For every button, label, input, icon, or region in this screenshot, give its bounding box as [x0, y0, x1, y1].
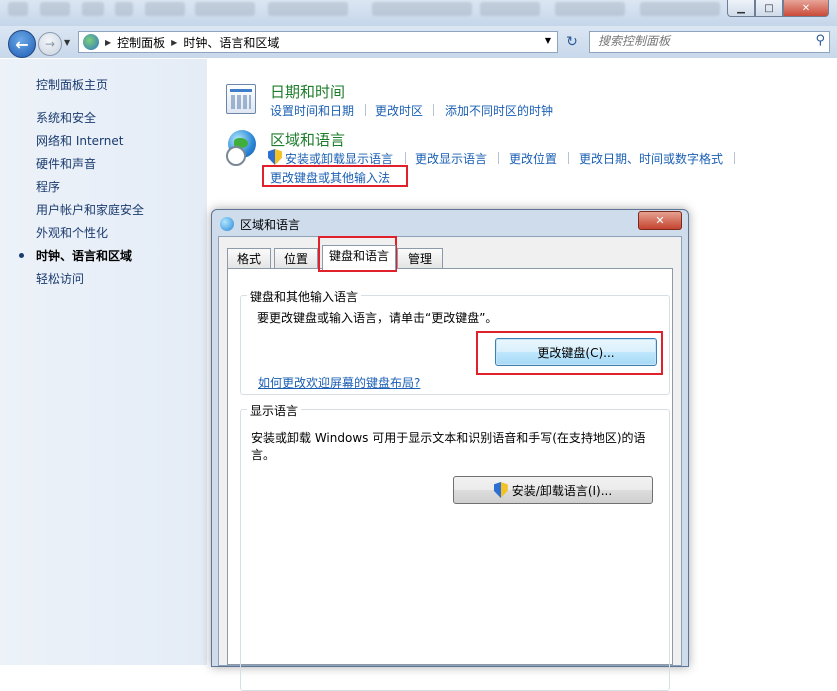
display-language-description-2: 言。 [251, 448, 276, 462]
link-separator [433, 104, 434, 116]
link-change-timezone[interactable]: 更改时区 [375, 102, 423, 119]
region-language-heading[interactable]: 区域和语言 [270, 129, 345, 150]
sidebar-item-system-security[interactable]: 系统和安全 [36, 109, 96, 126]
tab-location[interactable]: 位置 [274, 248, 318, 269]
install-uninstall-label: 安装/卸载语言(I)... [511, 483, 613, 498]
install-uninstall-languages-button[interactable]: 安装/卸载语言(I)... [453, 476, 653, 504]
region-language-dialog: 区域和语言 ✕ 格式 位置 键盘和语言 管理 键盘和其他输入语言 要更改键盘或输… [211, 209, 689, 691]
sidebar-item-home[interactable]: 控制面板主页 [36, 76, 108, 93]
dialog-title: 区域和语言 [220, 216, 300, 233]
refresh-icon: ↻ [566, 34, 578, 50]
sidebar-item-ease-of-access[interactable]: 轻松访问 [36, 270, 84, 287]
search-box[interactable]: ⚲ [589, 31, 830, 53]
maximize-button[interactable]: □ [755, 0, 783, 17]
link-separator [568, 152, 569, 164]
chevron-down-icon[interactable]: ▼ [545, 36, 551, 45]
uac-shield-icon [493, 482, 508, 498]
sidebar-item-network[interactable]: 网络和 Internet [36, 132, 123, 149]
keyboard-group-label: 键盘和其他输入语言 [247, 288, 362, 305]
link-add-clocks[interactable]: 添加不同时区的时钟 [445, 102, 553, 119]
sidebar-item-appearance[interactable]: 外观和个性化 [36, 224, 108, 241]
close-button[interactable]: ✕ [783, 0, 829, 17]
link-change-location[interactable]: 更改位置 [509, 150, 557, 167]
sidebar-item-clock-language-region[interactable]: 时钟、语言和区域 [36, 247, 132, 264]
dialog-close-button[interactable]: ✕ [638, 211, 682, 230]
link-separator [734, 152, 735, 164]
tab-formats[interactable]: 格式 [227, 248, 271, 269]
chevron-right-icon[interactable]: ▶ [171, 38, 177, 47]
arrow-right-icon: → [44, 37, 56, 51]
recent-pages-dropdown[interactable]: ▼ [64, 38, 70, 47]
highlight-box [262, 165, 408, 187]
welcome-screen-keyboard-link[interactable]: 如何更改欢迎屏幕的键盘布局? [258, 374, 420, 391]
keyboard-instruction: 要更改键盘或输入语言，请单击“更改键盘”。 [257, 311, 498, 325]
datetime-heading[interactable]: 日期和时间 [270, 81, 345, 102]
search-icon[interactable]: ⚲ [815, 33, 825, 48]
display-language-group: 显示语言 安装或卸载 Windows 可用于显示文本和识别语音和手写(在支持地区… [240, 402, 670, 691]
link-change-date-time-format[interactable]: 更改日期、时间或数字格式 [579, 150, 723, 167]
back-button[interactable]: ← [8, 30, 36, 58]
arrow-left-icon: ← [15, 34, 29, 54]
link-separator [498, 152, 499, 164]
breadcrumb-clock-language-region[interactable]: 时钟、语言和区域 [183, 34, 279, 51]
link-separator [405, 152, 406, 164]
sidebar-item-programs[interactable]: 程序 [36, 178, 60, 195]
active-item-bullet [19, 253, 24, 258]
sidebar-item-hardware-sound[interactable]: 硬件和声音 [36, 155, 96, 172]
tab-panel: 键盘和其他输入语言 要更改键盘或输入语言，请单击“更改键盘”。 更改键盘(C).… [227, 268, 673, 691]
tab-keyboards-languages[interactable]: 键盘和语言 [322, 245, 396, 270]
display-language-label: 显示语言 [247, 402, 302, 419]
control-panel-icon [83, 34, 99, 50]
chevron-right-icon[interactable]: ▶ [105, 38, 111, 47]
refresh-button[interactable]: ↻ [560, 31, 584, 53]
blurred-taskbar [0, 0, 720, 18]
dialog-title-text: 区域和语言 [240, 218, 301, 232]
dialog-body: 格式 位置 键盘和语言 管理 键盘和其他输入语言 要更改键盘或输入语言，请单击“… [218, 236, 682, 691]
clock-icon [226, 146, 246, 166]
tab-administrative[interactable]: 管理 [397, 248, 443, 269]
link-change-display-language[interactable]: 更改显示语言 [415, 150, 487, 167]
link-separator [365, 104, 366, 116]
search-input[interactable] [590, 32, 798, 50]
display-language-description-1: 安装或卸载 Windows 可用于显示文本和识别语音和手写(在支持地区)的语 [251, 431, 646, 445]
breadcrumb-control-panel[interactable]: 控制面板 [117, 34, 165, 51]
forward-button[interactable]: → [38, 32, 62, 56]
minimize-button[interactable]: ▁ [727, 0, 755, 17]
highlight-box [476, 331, 663, 375]
link-set-time-date[interactable]: 设置时间和日期 [270, 102, 354, 119]
calendar-icon [226, 84, 256, 114]
window-titlebar: ▁ □ ✕ [0, 0, 837, 26]
globe-icon [220, 217, 234, 231]
sidebar: 控制面板主页 系统和安全 网络和 Internet 硬件和声音 程序 用户帐户和… [0, 59, 207, 665]
address-bar[interactable]: ▶ 控制面板 ▶ 时钟、语言和区域 ▼ [78, 31, 558, 53]
window-controls: ▁ □ ✕ [727, 0, 829, 17]
sidebar-item-user-accounts[interactable]: 用户帐户和家庭安全 [36, 201, 144, 218]
